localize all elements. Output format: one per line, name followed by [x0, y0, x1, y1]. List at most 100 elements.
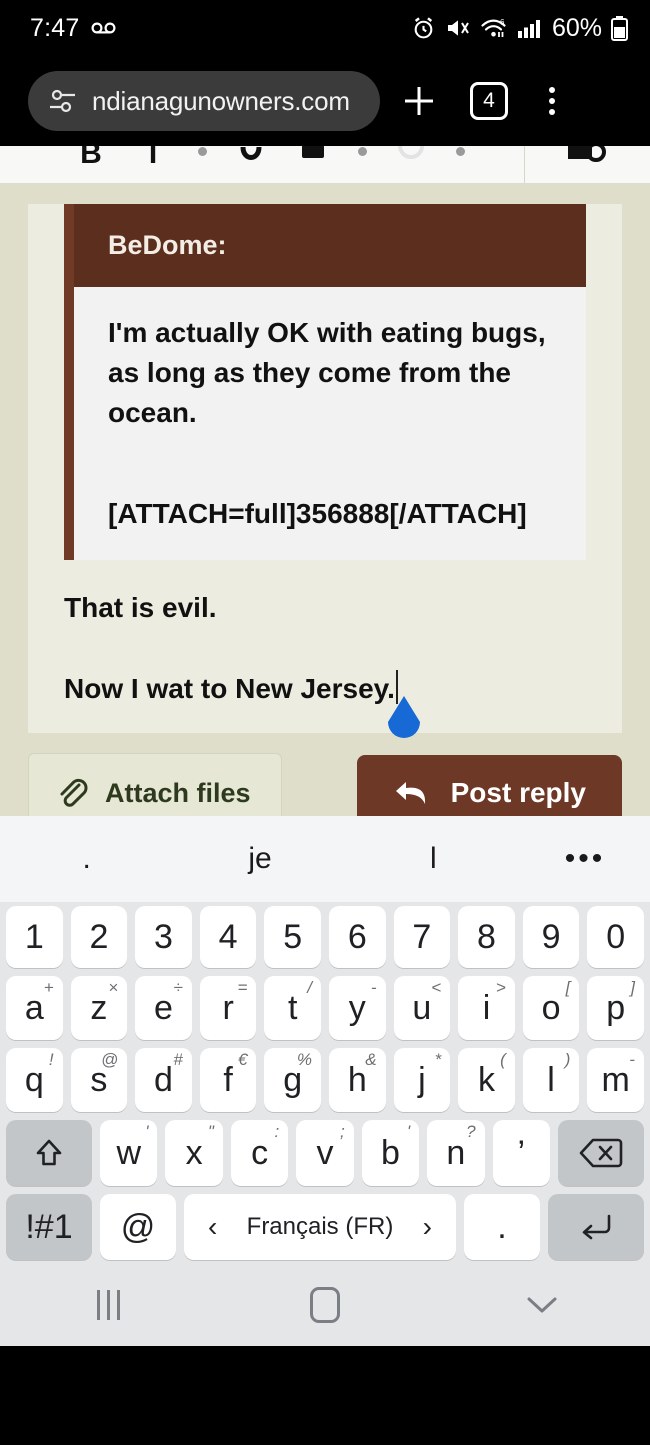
key-f-label: f [223, 1060, 233, 1099]
key-0[interactable]: 0 [587, 906, 644, 968]
chevron-down-icon [527, 1297, 557, 1313]
key-q[interactable]: ! q [6, 1048, 63, 1112]
new-tab-button[interactable] [384, 66, 454, 136]
key-b[interactable]: ' b [361, 1120, 420, 1186]
circle-icon[interactable] [380, 146, 442, 183]
tab-switcher-button[interactable]: 4 [458, 66, 520, 136]
key-j[interactable]: * j [393, 1048, 451, 1112]
italic-button[interactable]: I [122, 146, 184, 183]
space-language-label: Français (FR) [246, 1213, 394, 1240]
attach-files-label: Attach files [105, 777, 251, 808]
overflow-menu-button[interactable] [524, 66, 580, 136]
reply-editor[interactable]: BeDome: I'm actually OK with eating bugs… [28, 204, 622, 739]
toolbar-separator-dot [442, 146, 478, 183]
symbols-key[interactable]: !#1 [6, 1194, 92, 1260]
key-z-alt: × [108, 978, 119, 997]
key-3[interactable]: 3 [135, 906, 192, 968]
key-s[interactable]: @ s [70, 1048, 128, 1112]
key-m-alt: - [629, 1050, 635, 1069]
list-icon[interactable] [282, 146, 344, 183]
key-t-alt: / [307, 978, 312, 997]
at-key[interactable]: @ [100, 1194, 176, 1260]
period-key[interactable]: . [464, 1194, 540, 1260]
editor-actions: Attach files Post reply [0, 733, 650, 816]
suggestion-2[interactable]: l [347, 842, 520, 876]
key-w-label: w [116, 1133, 141, 1172]
bold-button[interactable]: B [60, 146, 122, 183]
key-c[interactable]: :c [230, 1120, 289, 1186]
enter-key[interactable] [548, 1194, 644, 1260]
address-bar[interactable]: ndianagunowners.com [28, 71, 380, 131]
key-m[interactable]: -m [587, 1048, 644, 1112]
attach-files-button[interactable]: Attach files [28, 753, 282, 816]
key-apostrophe[interactable]: ’ [492, 1120, 550, 1186]
webpage-content: B I BeDome: I'm actually OK with eating … [0, 146, 650, 816]
key-h[interactable]: & h [329, 1048, 386, 1112]
shift-key[interactable] [6, 1120, 93, 1186]
space-key[interactable]: ‹ Français (FR) › [184, 1194, 456, 1260]
address-bar-url: ndianagunowners.com [92, 85, 350, 116]
key-v-alt: ; [339, 1122, 345, 1141]
chevron-right-icon[interactable]: › [423, 1211, 432, 1243]
key-a[interactable]: + a [6, 976, 63, 1040]
android-navigation-bar [0, 1264, 650, 1346]
keyboard-row-4: !#1 @ ‹ Français (FR) › . [0, 1190, 650, 1264]
key-4[interactable]: 4 [199, 906, 257, 968]
key-w[interactable]: ' w [100, 1120, 158, 1186]
reply-line-2-wrapper: Now I wat to New Jersey. [64, 670, 622, 739]
suggestion-1[interactable]: je [173, 842, 346, 876]
paperclip-icon [55, 776, 89, 810]
key-e-label: e [154, 988, 173, 1027]
toolbar-separator-dot [344, 146, 380, 183]
key-g[interactable]: % g [264, 1048, 321, 1112]
text-cursor-handle-icon[interactable] [382, 694, 426, 746]
home-icon [310, 1287, 340, 1323]
suggestion-0[interactable]: . [0, 842, 173, 876]
key-e[interactable]: ÷ e [135, 976, 192, 1040]
dismiss-keyboard-button[interactable] [433, 1293, 650, 1317]
key-9[interactable]: 9 [522, 906, 580, 968]
key-i[interactable]: > i [458, 976, 515, 1040]
key-8[interactable]: 8 [458, 906, 515, 968]
site-settings-icon[interactable] [48, 88, 78, 114]
key-o-alt: [ [565, 978, 571, 997]
suggestion-more-button[interactable]: ••• [520, 842, 650, 876]
key-l[interactable]: ) l [522, 1048, 580, 1112]
key-t[interactable]: / t [264, 976, 321, 1040]
key-d[interactable]: # d [135, 1048, 192, 1112]
key-f[interactable]: € f [199, 1048, 257, 1112]
recents-button[interactable] [0, 1290, 217, 1320]
key-w-alt: ' [145, 1122, 149, 1141]
key-n[interactable]: ? n [427, 1120, 485, 1186]
home-button[interactable] [217, 1287, 434, 1323]
key-r[interactable]: = r [199, 976, 257, 1040]
reply-arrow-icon [393, 778, 429, 808]
key-z[interactable]: × z [70, 976, 128, 1040]
key-q-label: q [24, 1060, 44, 1099]
battery-icon [611, 15, 628, 41]
key-y-alt: - [370, 978, 377, 997]
editor-toolbar-icons: B I [0, 146, 524, 183]
link-icon[interactable] [220, 146, 282, 183]
key-2[interactable]: 2 [70, 906, 128, 968]
preview-icon [567, 146, 606, 162]
key-p[interactable]: ] p [587, 976, 644, 1040]
key-r-label: r [222, 988, 234, 1027]
browser-toolbar: ndianagunowners.com 4 [0, 56, 650, 146]
post-reply-button[interactable]: Post reply [356, 755, 622, 816]
key-5[interactable]: 5 [264, 906, 321, 968]
preview-button[interactable] [524, 146, 650, 183]
key-1[interactable]: 1 [6, 906, 63, 968]
backspace-key[interactable] [557, 1120, 644, 1186]
key-u[interactable]: < u [393, 976, 451, 1040]
key-h-alt: & [365, 1050, 377, 1069]
chevron-left-icon[interactable]: ‹ [208, 1211, 217, 1243]
key-v[interactable]: ; v [296, 1120, 354, 1186]
key-y[interactable]: -y [329, 976, 386, 1040]
key-o[interactable]: [o [522, 976, 580, 1040]
key-7[interactable]: 7 [393, 906, 451, 968]
key-6[interactable]: 6 [329, 906, 386, 968]
key-x[interactable]: " x [165, 1120, 223, 1186]
key-k[interactable]: (k [458, 1048, 515, 1112]
key-p-label: p [606, 988, 626, 1027]
